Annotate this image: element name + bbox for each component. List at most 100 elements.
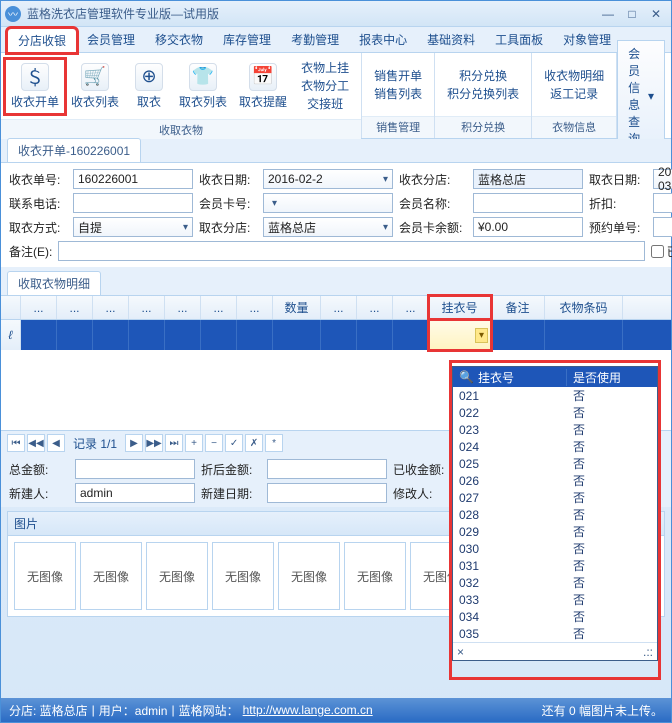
receipt-date-select[interactable]: 2016-02-2 [263, 169, 393, 189]
grid-col-10[interactable]: ... [393, 296, 429, 319]
grid-cell-8[interactable] [321, 320, 357, 350]
image-thumb[interactable]: 无图像 [212, 542, 274, 610]
menu-4[interactable]: 考勤管理 [281, 27, 349, 52]
image-thumb[interactable]: 无图像 [344, 542, 406, 610]
ribbon-btn-0[interactable]: ＄收衣开单 [5, 59, 65, 114]
menu-6[interactable]: 基础资料 [417, 27, 485, 52]
grid-col-9[interactable]: ... [357, 296, 393, 319]
nav-last[interactable]: ⏭ [165, 434, 183, 452]
reservation-input[interactable] [653, 217, 672, 237]
grid-cell-3[interactable] [129, 320, 165, 350]
image-thumb[interactable]: 无图像 [146, 542, 208, 610]
ribbon-btn-2[interactable]: ⊕取衣 [125, 59, 173, 114]
card-select[interactable] [263, 193, 393, 213]
grid-col-12[interactable]: 备注 [491, 296, 545, 319]
ribbon-btn-4[interactable]: 📅取衣提醒 [233, 59, 293, 114]
popup-resize-handle[interactable]: .:: [643, 645, 653, 659]
image-thumb[interactable]: 无图像 [278, 542, 340, 610]
popup-row[interactable]: 032否 [453, 574, 657, 591]
grid-cell-9[interactable] [357, 320, 393, 350]
detail-tab[interactable]: 收取衣物明细 [7, 271, 101, 295]
nav-first[interactable]: ⏮ [7, 434, 25, 452]
nav-next-page[interactable]: ▶▶ [145, 434, 163, 452]
popup-row[interactable]: 024否 [453, 438, 657, 455]
menu-8[interactable]: 对象管理 [553, 27, 621, 52]
grid-cell-7[interactable] [273, 320, 321, 350]
menu-2[interactable]: 移交衣物 [145, 27, 213, 52]
ribbon-btn-3[interactable]: 👕取衣列表 [173, 59, 233, 114]
image-thumb[interactable]: 无图像 [80, 542, 142, 610]
ribbon-clothes-info[interactable]: 收衣物明细返工记录 [536, 63, 612, 107]
member-query-button[interactable]: 会员信息查询▾ [617, 40, 665, 152]
popup-row[interactable]: 027否 [453, 489, 657, 506]
ribbon-btn-1[interactable]: 🛒收衣列表 [65, 59, 125, 114]
ribbon-points[interactable]: 积分兑换积分兑换列表 [439, 63, 527, 107]
menu-0[interactable]: 分店收银 [7, 28, 77, 53]
maximize-button[interactable]: □ [621, 6, 643, 22]
nav-next[interactable]: ▶ [125, 434, 143, 452]
popup-row[interactable]: 025否 [453, 455, 657, 472]
popup-row[interactable]: 029否 [453, 523, 657, 540]
document-tab[interactable]: 收衣开单-160226001 [7, 138, 141, 162]
image-thumb[interactable]: 无图像 [14, 542, 76, 610]
grid-col-8[interactable]: ... [321, 296, 357, 319]
grid-col-0[interactable]: ... [21, 296, 57, 319]
remark-input[interactable] [58, 241, 644, 261]
grid-col-4[interactable]: ... [165, 296, 201, 319]
grid-cell-1[interactable] [57, 320, 93, 350]
ribbon-sales[interactable]: 销售开单销售列表 [366, 63, 430, 107]
popup-row[interactable]: 028否 [453, 506, 657, 523]
phone-input[interactable] [73, 193, 193, 213]
menu-3[interactable]: 库存管理 [213, 27, 281, 52]
popup-row[interactable]: 022否 [453, 404, 657, 421]
nav-remove[interactable]: − [205, 434, 223, 452]
pick-method-select[interactable]: 自提 [73, 217, 193, 237]
menu-1[interactable]: 会员管理 [77, 27, 145, 52]
popup-row[interactable]: 035否 [453, 625, 657, 642]
popup-row[interactable]: 023否 [453, 421, 657, 438]
nav-cancel[interactable]: ✗ [245, 434, 263, 452]
grid-cell-4[interactable] [165, 320, 201, 350]
member-name-input[interactable] [473, 193, 583, 213]
grid-col-13[interactable]: 衣物条码 [545, 296, 623, 319]
popup-row[interactable]: 030否 [453, 540, 657, 557]
popup-close[interactable]: × [457, 645, 464, 659]
status-site-link[interactable]: http://www.lange.com.cn [243, 703, 373, 717]
grid-col-2[interactable]: ... [93, 296, 129, 319]
popup-row[interactable]: 026否 [453, 472, 657, 489]
menu-7[interactable]: 工具面板 [485, 27, 553, 52]
menu-5[interactable]: 报表中心 [349, 27, 417, 52]
nav-add[interactable]: + [185, 434, 203, 452]
nav-prev[interactable]: ◀ [47, 434, 65, 452]
discount-input[interactable] [653, 193, 672, 213]
grid-col-5[interactable]: ... [201, 296, 237, 319]
minimize-button[interactable]: — [597, 6, 619, 22]
receipt-no-input[interactable] [73, 169, 193, 189]
grid-cell-10[interactable] [393, 320, 429, 350]
pick-date-select[interactable]: 2016-03-02 [653, 169, 672, 189]
grid-col-7[interactable]: 数量 [273, 296, 321, 319]
grid-cell-12[interactable] [491, 320, 545, 350]
close-button[interactable]: ✕ [645, 6, 667, 22]
nav-prev-page[interactable]: ◀◀ [27, 434, 45, 452]
hanger-dropdown-popup[interactable]: 🔍挂衣号 是否使用 021否022否023否024否025否026否027否02… [452, 366, 658, 661]
hanger-cell-dropdown[interactable] [429, 320, 491, 350]
popup-row[interactable]: 031否 [453, 557, 657, 574]
grid-col-1[interactable]: ... [57, 296, 93, 319]
refund-checkbox[interactable]: 已退款 [651, 243, 672, 260]
ribbon-text-actions[interactable]: 衣物上挂衣物分工交接班 [293, 55, 357, 117]
grid-cell-5[interactable] [201, 320, 237, 350]
grid-cell-11[interactable] [429, 320, 491, 350]
grid-cell-0[interactable] [21, 320, 57, 350]
grid-cell-13[interactable] [545, 320, 623, 350]
grid-col-11[interactable]: 挂衣号 [429, 296, 491, 319]
popup-row[interactable]: 033否 [453, 591, 657, 608]
grid-cell-2[interactable] [93, 320, 129, 350]
nav-more[interactable]: * [265, 434, 283, 452]
branch-input[interactable] [473, 169, 583, 189]
grid-col-6[interactable]: ... [237, 296, 273, 319]
nav-confirm[interactable]: ✓ [225, 434, 243, 452]
pick-branch-select[interactable]: 蓝格总店 [263, 217, 393, 237]
popup-row[interactable]: 021否 [453, 387, 657, 404]
grid-col-3[interactable]: ... [129, 296, 165, 319]
